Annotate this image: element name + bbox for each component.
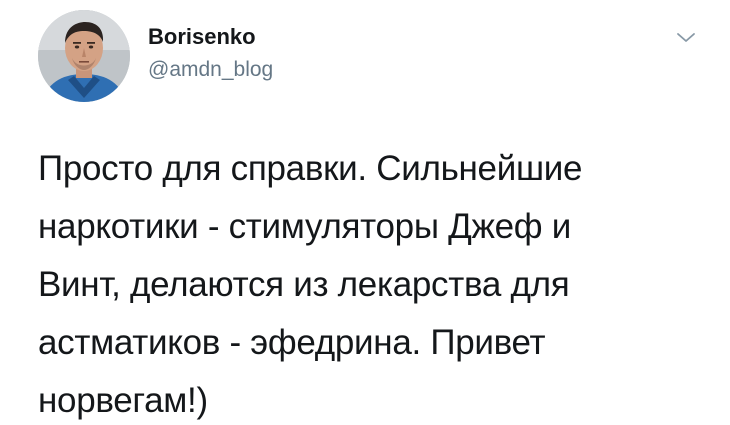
- tweet-card: Borisenko @amdn_blog Просто для справки.…: [0, 0, 730, 425]
- tweet-text-line: Просто для справки. Сильнейшие: [38, 149, 583, 188]
- tweet-text-line: астматиков - эфедрина. Привет: [38, 323, 546, 362]
- tweet-text-line: норвегам!): [38, 381, 208, 420]
- author-handle[interactable]: @amdn_blog: [148, 58, 273, 82]
- tweet-text: Просто для справки. Сильнейшие наркотики…: [38, 140, 698, 425]
- chevron-down-icon: [677, 33, 695, 42]
- tweet-text-line: наркотики - стимуляторы Джеф и: [38, 207, 571, 246]
- tweet-menu-button[interactable]: [672, 28, 700, 48]
- author-avatar[interactable]: [38, 10, 130, 102]
- author-display-name[interactable]: Borisenko: [148, 24, 256, 50]
- avatar-photo-icon: [38, 10, 130, 102]
- tweet-text-line: Винт, делаются из лекарства для: [38, 265, 570, 304]
